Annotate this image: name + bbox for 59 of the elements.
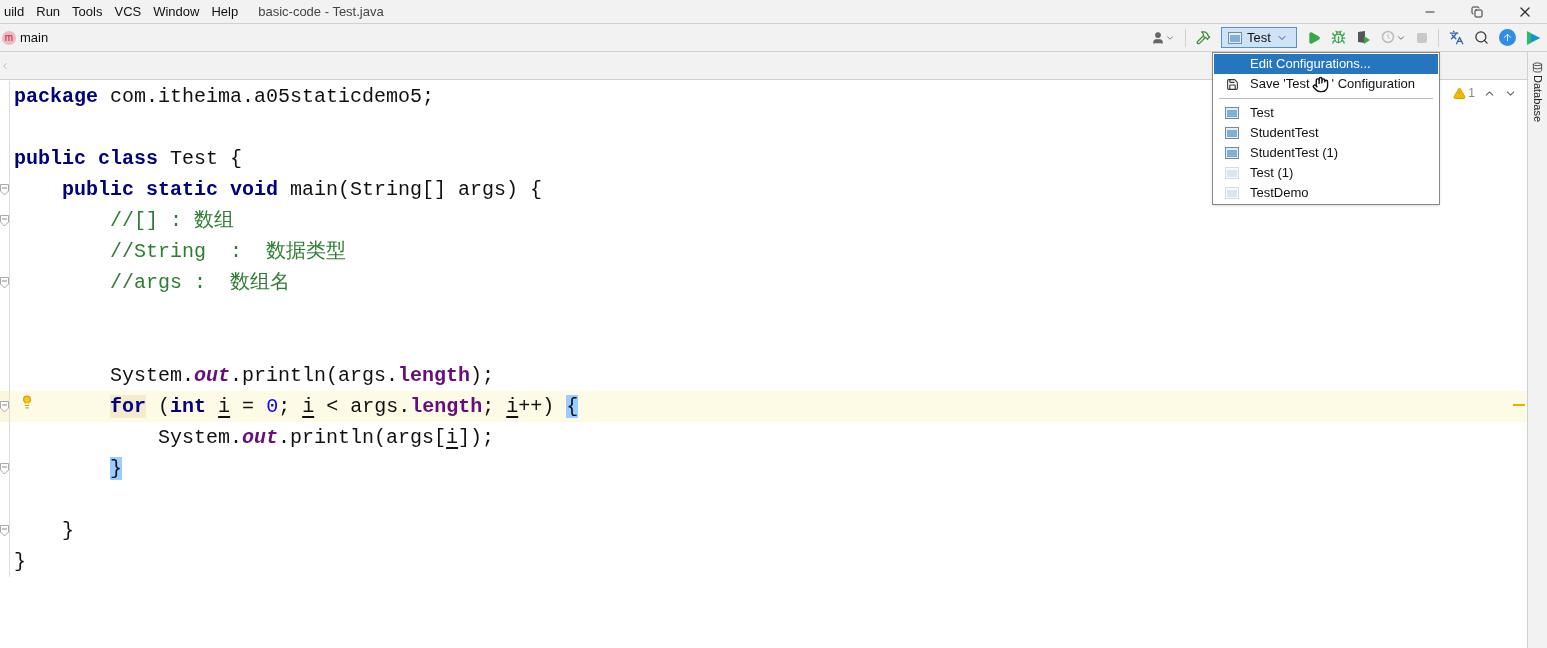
fold-marker-icon[interactable] <box>0 462 9 475</box>
translate-icon[interactable] <box>1449 30 1464 45</box>
hammer-icon[interactable] <box>1196 30 1211 45</box>
menu-item[interactable]: uild <box>0 1 31 22</box>
code-line: } <box>61 517 75 544</box>
window-icon <box>1225 147 1239 159</box>
menu-item[interactable]: Run <box>30 1 67 22</box>
window-icon <box>1228 31 1242 44</box>
window-icon <box>1225 187 1239 199</box>
code-line: System.out.println(args[i]); <box>157 424 495 451</box>
menu-item[interactable]: TestDemo <box>1214 183 1438 203</box>
menu-item[interactable]: VCS <box>108 1 148 22</box>
menu-item[interactable]: StudentTest <box>1214 123 1438 143</box>
lightbulb-icon[interactable] <box>20 395 34 409</box>
debug-icon[interactable] <box>1331 30 1346 45</box>
fold-marker-icon[interactable] <box>0 400 9 413</box>
coverage-icon[interactable] <box>1356 30 1371 45</box>
code-line: for (int i = 0; i < args.length; i++) { <box>109 393 579 420</box>
database-icon <box>1532 62 1543 73</box>
window-icon <box>1225 127 1239 139</box>
warning-count[interactable]: 1 <box>1453 84 1475 102</box>
fold-marker-icon[interactable] <box>0 276 9 289</box>
menu-item[interactable]: Window <box>147 1 206 22</box>
fold-marker-icon[interactable] <box>0 183 9 196</box>
run-icon[interactable] <box>1307 30 1321 45</box>
menu-item[interactable]: Save 'Test ' Configuration <box>1214 74 1438 94</box>
method-icon: m <box>2 30 16 45</box>
stop-icon[interactable] <box>1416 31 1428 44</box>
database-tab[interactable]: Database <box>1529 62 1546 123</box>
profile-menu-icon[interactable] <box>1381 30 1406 45</box>
run-config-dropdown[interactable]: Test <box>1221 27 1297 48</box>
restore-icon[interactable] <box>1471 5 1483 18</box>
menu-item[interactable]: Help <box>205 1 245 22</box>
window-title: basic-code - Test.java <box>258 2 384 21</box>
menu-item[interactable]: Test (1) <box>1214 163 1438 183</box>
code-line: } <box>14 548 26 575</box>
code-line: package com.itheima.a05staticdemo5; <box>14 83 435 110</box>
hand-cursor-icon <box>1312 75 1330 93</box>
code-line: public static void main(String[] args) { <box>61 176 543 203</box>
save-icon <box>1225 77 1239 91</box>
menu-item[interactable]: Test <box>1214 103 1438 123</box>
fold-marker-icon[interactable] <box>0 524 9 537</box>
user-menu-icon[interactable] <box>1151 30 1175 45</box>
code-line: public class Test { <box>14 145 243 172</box>
plugin-logo-icon[interactable] <box>1526 29 1541 46</box>
search-icon[interactable] <box>1474 30 1489 45</box>
menu-item[interactable]: Tools <box>66 1 109 22</box>
menu-item[interactable]: StudentTest (1) <box>1214 143 1438 163</box>
code-line: System.out.println(args.length); <box>109 362 495 389</box>
menu-item[interactable]: Edit Configurations... <box>1214 54 1438 74</box>
window-icon <box>1225 107 1239 119</box>
fold-marker-icon[interactable] <box>0 214 9 227</box>
code-line: //args : 数组名 <box>109 269 291 296</box>
code-line: //[] : 数组 <box>109 207 235 234</box>
window-icon <box>1225 167 1239 179</box>
breadcrumb[interactable]: main <box>20 27 49 48</box>
update-icon[interactable] <box>1499 29 1516 46</box>
code-line: //String : 数据类型 <box>109 238 347 265</box>
scroll-tabs-icon[interactable] <box>0 60 10 71</box>
